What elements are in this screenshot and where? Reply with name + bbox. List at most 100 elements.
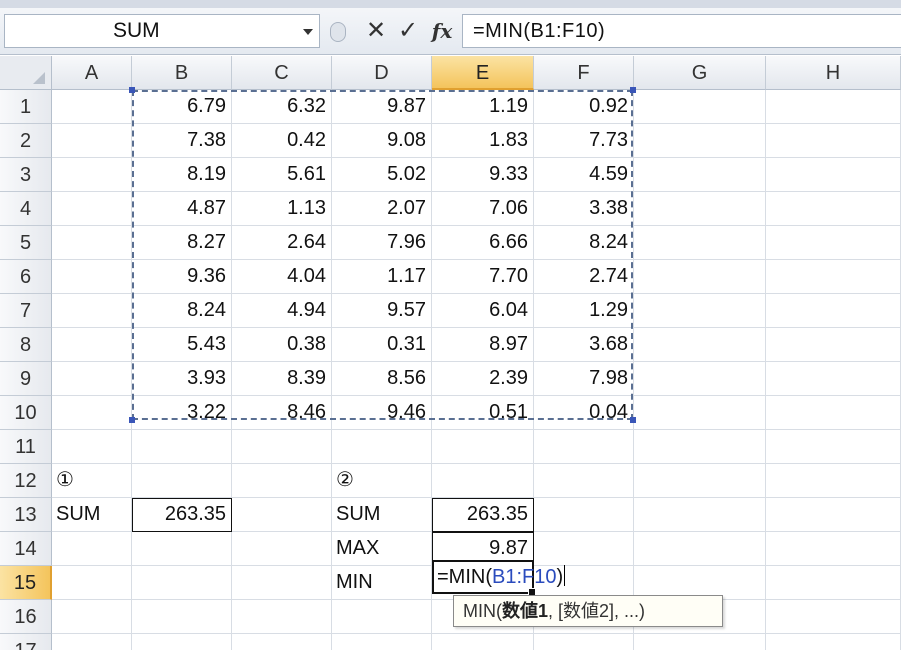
cell-g10[interactable] [634, 396, 766, 430]
cell-e4[interactable]: 7.06 [432, 192, 534, 226]
cell-a6[interactable] [52, 260, 132, 294]
range-resize-handle[interactable] [129, 87, 135, 93]
column-header-d[interactable]: D [332, 56, 432, 90]
row-header-16[interactable]: 16 [0, 600, 52, 634]
cell-c14[interactable] [232, 532, 332, 566]
cell-b7[interactable]: 8.24 [132, 294, 232, 328]
cell-b1[interactable]: 6.79 [132, 90, 232, 124]
cell-c13[interactable] [232, 498, 332, 532]
chevron-down-icon[interactable] [303, 29, 313, 35]
cell-a4[interactable] [52, 192, 132, 226]
cell-c4[interactable]: 1.13 [232, 192, 332, 226]
cell-b6[interactable]: 9.36 [132, 260, 232, 294]
cell-b3[interactable]: 8.19 [132, 158, 232, 192]
row-header-7[interactable]: 7 [0, 294, 52, 328]
cell-f8[interactable]: 3.68 [534, 328, 634, 362]
row-header-12[interactable]: 12 [0, 464, 52, 498]
cell-c10[interactable]: 8.46 [232, 396, 332, 430]
column-header-e[interactable]: E [432, 56, 534, 90]
cell-b17[interactable] [132, 634, 232, 650]
cell-g5[interactable] [634, 226, 766, 260]
cell-e3[interactable]: 9.33 [432, 158, 534, 192]
row-header-10[interactable]: 10 [0, 396, 52, 430]
cell-e7[interactable]: 6.04 [432, 294, 534, 328]
cell-h16[interactable] [766, 600, 901, 634]
column-header-a[interactable]: A [52, 56, 132, 90]
cell-c5[interactable]: 2.64 [232, 226, 332, 260]
active-cell-editor[interactable]: =MIN(B1:F10) [432, 560, 566, 596]
cell-f11[interactable] [534, 430, 634, 464]
column-header-g[interactable]: G [634, 56, 766, 90]
cell-a3[interactable] [52, 158, 132, 192]
row-header-15[interactable]: 15 [0, 566, 52, 600]
cell-f4[interactable]: 3.38 [534, 192, 634, 226]
cell-h11[interactable] [766, 430, 901, 464]
cell-d10[interactable]: 9.46 [332, 396, 432, 430]
cell-d17[interactable] [332, 634, 432, 650]
row-header-11[interactable]: 11 [0, 430, 52, 464]
cell-h4[interactable] [766, 192, 901, 226]
cell-b2[interactable]: 7.38 [132, 124, 232, 158]
cell-c6[interactable]: 4.04 [232, 260, 332, 294]
cell-e12[interactable] [432, 464, 534, 498]
cell-d14[interactable]: MAX [332, 532, 432, 566]
cell-e5[interactable]: 6.66 [432, 226, 534, 260]
cell-e17[interactable] [432, 634, 534, 650]
insert-function-button[interactable]: fx [428, 16, 456, 46]
cell-a14[interactable] [52, 532, 132, 566]
cell-h8[interactable] [766, 328, 901, 362]
cell-h13[interactable] [766, 498, 901, 532]
cell-g13[interactable] [634, 498, 766, 532]
cell-c16[interactable] [232, 600, 332, 634]
cell-d13[interactable]: SUM [332, 498, 432, 532]
cell-a16[interactable] [52, 600, 132, 634]
cell-b13[interactable]: 263.35 [132, 498, 232, 532]
row-header-4[interactable]: 4 [0, 192, 52, 226]
row-header-1[interactable]: 1 [0, 90, 52, 124]
cell-h3[interactable] [766, 158, 901, 192]
cell-c7[interactable]: 4.94 [232, 294, 332, 328]
cell-c8[interactable]: 0.38 [232, 328, 332, 362]
cell-d2[interactable]: 9.08 [332, 124, 432, 158]
cell-f2[interactable]: 7.73 [534, 124, 634, 158]
cell-e1[interactable]: 1.19 [432, 90, 534, 124]
tooltip-current-argument[interactable]: 数値1 [502, 601, 548, 621]
cell-c17[interactable] [232, 634, 332, 650]
cell-f5[interactable]: 8.24 [534, 226, 634, 260]
cell-d11[interactable] [332, 430, 432, 464]
cell-e2[interactable]: 1.83 [432, 124, 534, 158]
cell-a2[interactable] [52, 124, 132, 158]
cell-a8[interactable] [52, 328, 132, 362]
cell-a10[interactable] [52, 396, 132, 430]
cell-a7[interactable] [52, 294, 132, 328]
cell-f9[interactable]: 7.98 [534, 362, 634, 396]
cell-g7[interactable] [634, 294, 766, 328]
cell-h15[interactable] [766, 566, 901, 600]
cell-h17[interactable] [766, 634, 901, 650]
cell-h10[interactable] [766, 396, 901, 430]
cell-h7[interactable] [766, 294, 901, 328]
row-header-3[interactable]: 3 [0, 158, 52, 192]
cell-f1[interactable]: 0.92 [534, 90, 634, 124]
cell-a5[interactable] [52, 226, 132, 260]
cell-b5[interactable]: 8.27 [132, 226, 232, 260]
cell-f17[interactable] [534, 634, 634, 650]
cell-c3[interactable]: 5.61 [232, 158, 332, 192]
cell-g12[interactable] [634, 464, 766, 498]
cell-a12[interactable]: ① [52, 464, 132, 498]
cell-c2[interactable]: 0.42 [232, 124, 332, 158]
cell-e6[interactable]: 7.70 [432, 260, 534, 294]
cell-g14[interactable] [634, 532, 766, 566]
cell-c15[interactable] [232, 566, 332, 600]
cell-c11[interactable] [232, 430, 332, 464]
cell-c12[interactable] [232, 464, 332, 498]
cell-e9[interactable]: 2.39 [432, 362, 534, 396]
formula-bar-grip[interactable] [326, 18, 348, 44]
cell-h2[interactable] [766, 124, 901, 158]
cell-c1[interactable]: 6.32 [232, 90, 332, 124]
cell-h6[interactable] [766, 260, 901, 294]
cell-d4[interactable]: 2.07 [332, 192, 432, 226]
cell-a11[interactable] [52, 430, 132, 464]
cell-d12[interactable]: ② [332, 464, 432, 498]
cell-d3[interactable]: 5.02 [332, 158, 432, 192]
